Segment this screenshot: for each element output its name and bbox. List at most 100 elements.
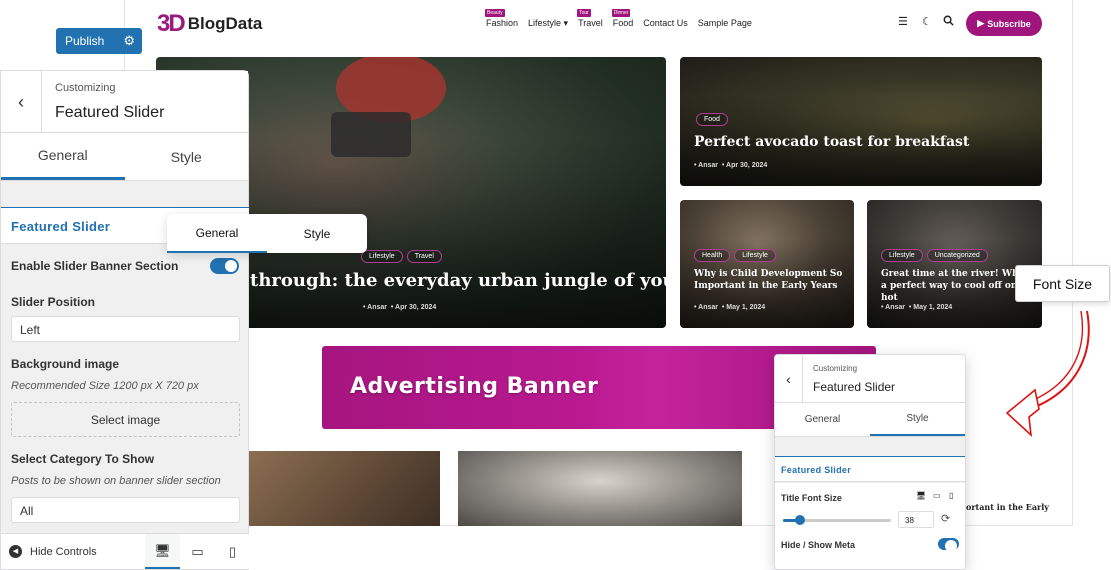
food-post-card[interactable]: Food Perfect avocado toast for breakfast… — [680, 57, 1042, 186]
post-date: May 1, 2024 — [913, 304, 953, 311]
hide-show-meta-label: Hide / Show Meta — [781, 540, 856, 550]
post-meta: • Ansar • Apr 30, 2024 — [363, 304, 437, 311]
publish-label: Publish — [65, 34, 105, 48]
post-title[interactable]: through: the everyday urban jungle of yo… — [250, 270, 666, 291]
post-author: Ansar — [885, 304, 905, 311]
hide-controls-label: Hide Controls — [30, 545, 97, 558]
nav-item-contact[interactable]: Contact Us — [643, 18, 688, 29]
post-title[interactable]: Perfect avocado toast for breakfast — [694, 134, 969, 150]
nav-badge: Tour — [577, 9, 591, 17]
nav-item-fashion[interactable]: Beauty Fashion — [485, 9, 519, 29]
tab-style[interactable]: Style — [267, 214, 367, 253]
category-desc: Posts to be shown on banner slider secti… — [11, 475, 221, 487]
post-title[interactable]: Why is Child Development So Important in… — [694, 268, 844, 292]
breadcrumb: Customizing — [55, 82, 116, 94]
post-thumbnail[interactable] — [249, 451, 440, 526]
category-select[interactable]: All — [11, 497, 240, 523]
enable-slider-label: Enable Slider Banner Section — [11, 259, 179, 273]
post-meta: • Ansar • May 1, 2024 — [881, 304, 953, 311]
post-meta: • Ansar • Apr 30, 2024 — [694, 162, 768, 169]
category-chip[interactable]: Food — [696, 113, 728, 126]
font-size-input[interactable]: 38 — [898, 511, 934, 528]
post-chips: Lifestyle Travel — [361, 245, 446, 263]
nav-label: Food — [612, 18, 634, 28]
section-title[interactable]: Featured Slider — [775, 456, 965, 482]
back-button[interactable]: ‹ — [1, 71, 42, 133]
category-chip[interactable]: Uncategorized — [926, 249, 988, 262]
slider-handle[interactable] — [795, 515, 805, 525]
desktop-preview-icon[interactable]: 🖥 — [916, 491, 926, 500]
background-image-desc: Recommended Size 1200 px X 720 px — [11, 380, 199, 392]
hide-controls-button[interactable]: ◀ Hide Controls — [9, 545, 97, 558]
back-button[interactable]: ‹ — [775, 355, 803, 403]
ad-text: Advertising Banner — [350, 374, 599, 399]
mini-panel-header: ‹ Customizing Featured Slider — [775, 355, 965, 403]
slider-position-select[interactable]: Left — [11, 316, 240, 342]
panel-header: ‹ Customizing Featured Slider — [1, 71, 248, 133]
slider-position-label: Slider Position — [11, 295, 96, 309]
collapse-icon: ◀ — [9, 545, 22, 558]
menu-icon[interactable]: ☰ — [898, 15, 908, 28]
category-chip[interactable]: Health — [694, 249, 731, 262]
hide-show-meta-toggle[interactable] — [938, 538, 959, 552]
tab-style[interactable]: Style — [125, 133, 249, 180]
category-chip[interactable]: Lifestyle — [361, 250, 403, 263]
tab-general[interactable]: General — [1, 133, 125, 180]
nav-item-lifestyle[interactable]: Lifestyle ▾ — [528, 18, 568, 29]
subscribe-label: Subscribe — [987, 18, 1031, 29]
publish-button[interactable]: Publish ⚙ — [56, 28, 142, 54]
mobile-preview-icon[interactable]: ▯ — [949, 491, 953, 500]
nav-label: Sample Page — [697, 18, 752, 28]
nav-item-sample-page[interactable]: Sample Page — [698, 18, 752, 29]
font-size-callout: Font Size — [1015, 265, 1110, 302]
category-chip[interactable]: Lifestyle — [881, 249, 923, 262]
post-author: Ansar — [698, 162, 718, 169]
customizer-panel: ‹ Customizing Featured Slider General St… — [0, 70, 249, 570]
category-label: Select Category To Show — [11, 452, 155, 466]
nav-item-food[interactable]: Dinner Food — [611, 9, 634, 29]
nav-label: Fashion — [486, 18, 519, 28]
tabs-callout: General Style — [167, 214, 367, 253]
play-icon: ▶ — [977, 18, 985, 28]
title-font-size-label: Title Font Size — [781, 493, 842, 503]
post-meta: • Ansar • May 1, 2024 — [694, 304, 766, 311]
subscribe-button[interactable]: ▶ Subscribe — [966, 11, 1042, 36]
post-date: Apr 30, 2024 — [726, 162, 768, 169]
post-title[interactable]: Great time at the river! What a perfect … — [881, 268, 1031, 304]
tablet-preview-icon[interactable]: ▭ — [933, 491, 941, 500]
chevron-left-icon: ‹ — [18, 91, 24, 112]
panel-title: Featured Slider — [813, 380, 896, 394]
breadcrumb: Customizing — [813, 364, 858, 373]
site-logo[interactable]: 3D BlogData — [157, 10, 262, 38]
tablet-preview-icon[interactable]: ▭ — [180, 534, 215, 569]
nav-item-travel[interactable]: Tour Travel — [577, 9, 603, 29]
child-post-card[interactable]: Health Lifestyle Why is Child Development… — [680, 200, 854, 328]
tab-style[interactable]: Style — [870, 403, 965, 436]
panel-tabs: General Style — [1, 133, 248, 181]
post-author: Ansar — [367, 304, 387, 311]
search-icon[interactable] — [943, 15, 954, 29]
tab-general[interactable]: General — [167, 214, 267, 253]
mini-panel-body: Title Font Size 🖥 ▭ ▯ 38 ⟳ Hide / Show M… — [775, 483, 965, 569]
red-arrow-icon — [1005, 310, 1090, 438]
mobile-preview-icon[interactable]: ▯ — [215, 534, 250, 569]
panel-footer: ◀ Hide Controls 🖥 ▭ ▯ — [1, 533, 249, 569]
enable-slider-toggle[interactable] — [210, 258, 239, 274]
nav-label: Travel — [578, 18, 603, 28]
select-image-button[interactable]: Select image — [11, 402, 240, 437]
chevron-left-icon: ‹ — [786, 371, 791, 387]
dark-mode-icon[interactable]: ☾ — [922, 15, 932, 28]
category-chip[interactable]: Travel — [406, 250, 442, 263]
font-size-slider[interactable] — [783, 515, 891, 525]
post-thumbnail[interactable] — [458, 451, 742, 526]
nav-badge: Dinner — [611, 9, 631, 17]
mini-tabs: General Style — [775, 403, 965, 437]
panel-title: Featured Slider — [55, 104, 165, 121]
reset-icon[interactable]: ⟳ — [941, 512, 950, 525]
category-chip[interactable]: Lifestyle — [734, 249, 776, 262]
desktop-preview-icon[interactable]: 🖥 — [145, 534, 180, 569]
nav-badge: Beauty — [485, 9, 505, 17]
style-panel-preview: ‹ Customizing Featured Slider General St… — [774, 354, 966, 570]
tab-general[interactable]: General — [775, 403, 870, 436]
gear-icon[interactable]: ⚙ — [123, 33, 135, 49]
